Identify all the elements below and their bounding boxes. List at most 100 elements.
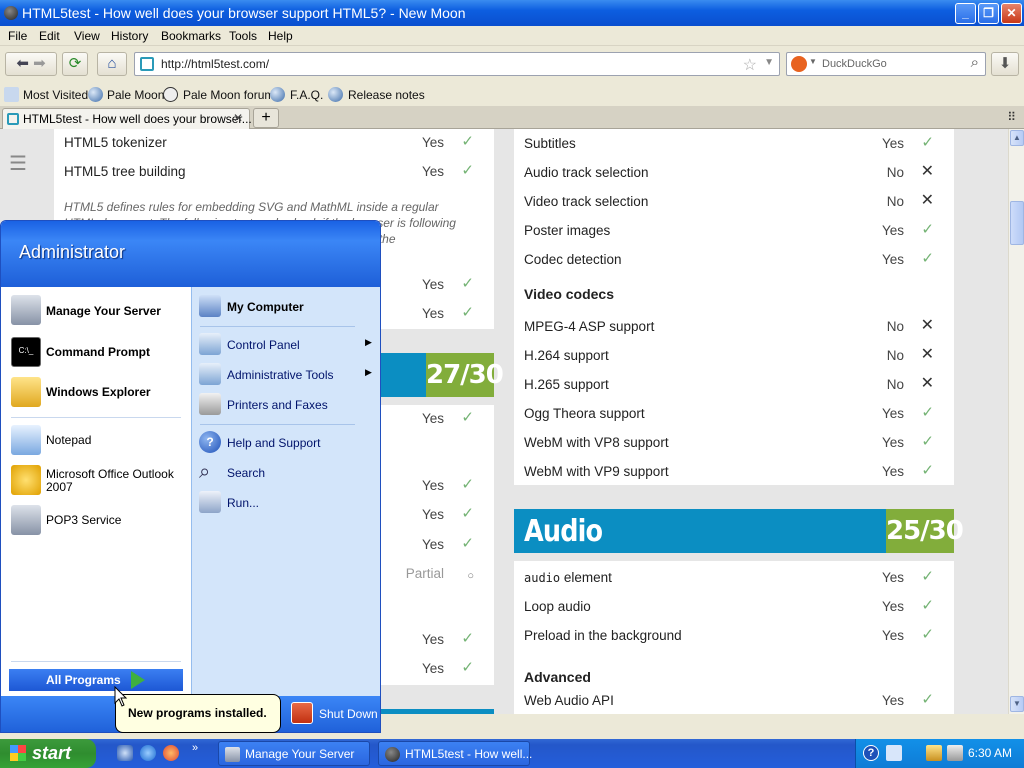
menu-tools[interactable]: Tools <box>229 29 257 43</box>
check-icon: ✓ <box>921 404 934 421</box>
back-arrow-icon[interactable]: ⬅ <box>16 55 29 72</box>
bookmark-faq[interactable]: F.A.Q. <box>290 88 323 102</box>
menu-bookmarks[interactable]: Bookmarks <box>161 29 221 43</box>
new-tab-button[interactable]: + <box>253 108 279 128</box>
quicklaunch-chevron-icon[interactable]: » <box>192 742 198 754</box>
menu-item-windows-explorer[interactable]: Windows Explorer <box>11 377 181 407</box>
clock[interactable]: 6:30 AM <box>968 746 1012 760</box>
search-engine-dropdown-icon[interactable]: ▼ <box>809 57 817 66</box>
menu-item-control-panel[interactable]: Control Panel ▶ <box>199 333 374 357</box>
close-tab-icon[interactable]: ✕ <box>233 111 243 125</box>
result-row: Video track selection No ✕ <box>524 188 944 217</box>
url-text[interactable]: http://html5test.com/ <box>161 57 269 71</box>
home-icon[interactable]: ⌂ <box>97 52 127 76</box>
feature-label: Subtitles <box>524 136 576 151</box>
internet-explorer-icon[interactable] <box>140 745 156 761</box>
firefox-icon[interactable] <box>163 745 179 761</box>
menu-item-printers-and-faxes[interactable]: Printers and Faxes <box>199 393 369 417</box>
hamburger-menu-icon[interactable]: ☰ <box>9 151 27 176</box>
menu-item-notepad[interactable]: Notepad <box>11 425 181 455</box>
pale-moon-icon <box>385 747 400 762</box>
menu-item-help-and-support[interactable]: ? Help and Support <box>199 431 369 455</box>
start-menu-header: Administrator <box>1 221 380 287</box>
result-row: audio element Yes ✓ <box>524 564 944 593</box>
menu-edit[interactable]: Edit <box>39 29 60 43</box>
check-icon: ✓ <box>921 626 934 643</box>
result-row: Poster images Yes ✓ <box>524 217 944 246</box>
menu-help[interactable]: Help <box>268 29 293 43</box>
feature-label: Preload in the background <box>524 628 682 643</box>
menu-item-manage-your-server[interactable]: Manage Your Server <box>11 295 181 327</box>
control-panel-icon <box>199 333 221 355</box>
pale-moon-icon <box>4 6 18 20</box>
url-bar[interactable]: http://html5test.com/ ☆ ▼ <box>134 52 780 76</box>
site-favicon-icon <box>140 57 154 71</box>
back-forward-buttons[interactable]: ⬅ ➡ <box>5 52 57 76</box>
search-box[interactable]: ▼ DuckDuckGo ⌕ <box>786 52 986 76</box>
feature-label: H.264 support <box>524 348 609 363</box>
duckduckgo-icon[interactable] <box>791 56 807 72</box>
result-row: MPEG-4 ASP support No ✕ <box>524 313 944 342</box>
url-dropdown-icon[interactable]: ▼ <box>764 57 774 68</box>
menu-item-pop3-service[interactable]: POP3 Service <box>11 505 181 535</box>
feature-value: Yes <box>881 406 904 421</box>
volume-icon[interactable] <box>947 745 963 761</box>
feature-value: Yes <box>881 252 904 267</box>
tab-groups-icon[interactable]: ⠿ <box>1007 110 1016 124</box>
feature-label: Poster images <box>524 223 611 238</box>
menu-item-search[interactable]: ⌕ Search <box>199 461 369 485</box>
feature-label: HTML5 tree building <box>64 164 186 179</box>
scroll-up-icon[interactable]: ▲ <box>1010 130 1024 146</box>
window-title: HTML5test - How well does your browser s… <box>22 5 466 21</box>
command-prompt-icon: C:\_ <box>11 337 41 367</box>
all-programs-button[interactable]: All Programs <box>9 669 183 691</box>
cross-icon: ✕ <box>920 375 934 392</box>
menu-view[interactable]: View <box>74 29 100 43</box>
feature-label: Web Audio API <box>524 693 614 708</box>
scrollbar-thumb[interactable] <box>1010 201 1024 245</box>
windows-flag-icon <box>10 745 26 761</box>
administrative-tools-icon <box>199 363 221 385</box>
security-tray-icon[interactable] <box>926 745 942 761</box>
forward-arrow-icon[interactable]: ➡ <box>33 55 46 72</box>
menu-item-run[interactable]: Run... <box>199 491 369 515</box>
check-icon: ✓ <box>461 162 474 179</box>
feature-value: No <box>886 377 904 392</box>
window-title-bar[interactable]: HTML5test - How well does your browser s… <box>0 0 1024 26</box>
bookmark-pale-moon-forum[interactable]: Pale Moon forum <box>183 88 274 102</box>
bookmark-most-visited[interactable]: Most Visited <box>23 88 88 102</box>
feature-value: Partial <box>405 566 444 581</box>
feature-value: Yes <box>421 164 444 179</box>
start-button[interactable]: start <box>0 739 96 768</box>
result-row: HTML5 tree building Yes ✓ <box>64 158 484 187</box>
menu-item-administrative-tools[interactable]: Administrative Tools ▶ <box>199 363 374 387</box>
help-icon[interactable]: ? <box>863 745 879 761</box>
bookmark-release-notes[interactable]: Release notes <box>348 88 425 102</box>
network-icon[interactable] <box>886 745 902 761</box>
menu-history[interactable]: History <box>111 29 148 43</box>
menu-item-outlook-2007[interactable]: Microsoft Office Outlook 2007 <box>11 465 181 497</box>
feature-value: Yes <box>421 135 444 150</box>
bookmark-star-icon[interactable]: ☆ <box>743 55 757 75</box>
restore-button[interactable]: ❐ <box>978 3 999 24</box>
reload-icon[interactable]: ⟳ <box>62 52 88 76</box>
close-button[interactable]: ✕ <box>1001 3 1022 24</box>
feature-value: No <box>886 194 904 209</box>
downloads-icon[interactable]: ⬇ <box>991 52 1019 76</box>
menu-item-my-computer[interactable]: My Computer <box>199 295 369 319</box>
bookmark-pale-moon[interactable]: Pale Moon <box>107 88 164 102</box>
vertical-scrollbar[interactable]: ▲ ▼ <box>1008 129 1024 714</box>
task-html5test[interactable]: HTML5test - How well... <box>378 741 532 766</box>
menu-file[interactable]: File <box>8 29 27 43</box>
show-desktop-icon[interactable] <box>117 745 133 761</box>
scroll-down-icon[interactable]: ▼ <box>1010 696 1024 712</box>
search-icon[interactable]: ⌕ <box>971 54 979 71</box>
menu-item-command-prompt[interactable]: C:\_ Command Prompt <box>11 337 181 367</box>
result-row: Web Audio API Yes ✓ <box>524 687 944 714</box>
minimize-button[interactable]: _ <box>955 3 976 24</box>
task-manage-your-server[interactable]: Manage Your Server <box>218 741 370 766</box>
feature-label: HTML5 tokenizer <box>64 135 167 150</box>
audio-category-banner: Audio 25/30 <box>514 509 964 553</box>
tab-html5test[interactable]: HTML5test - How well does your browser..… <box>2 108 252 129</box>
feature-value: Yes <box>881 435 904 450</box>
